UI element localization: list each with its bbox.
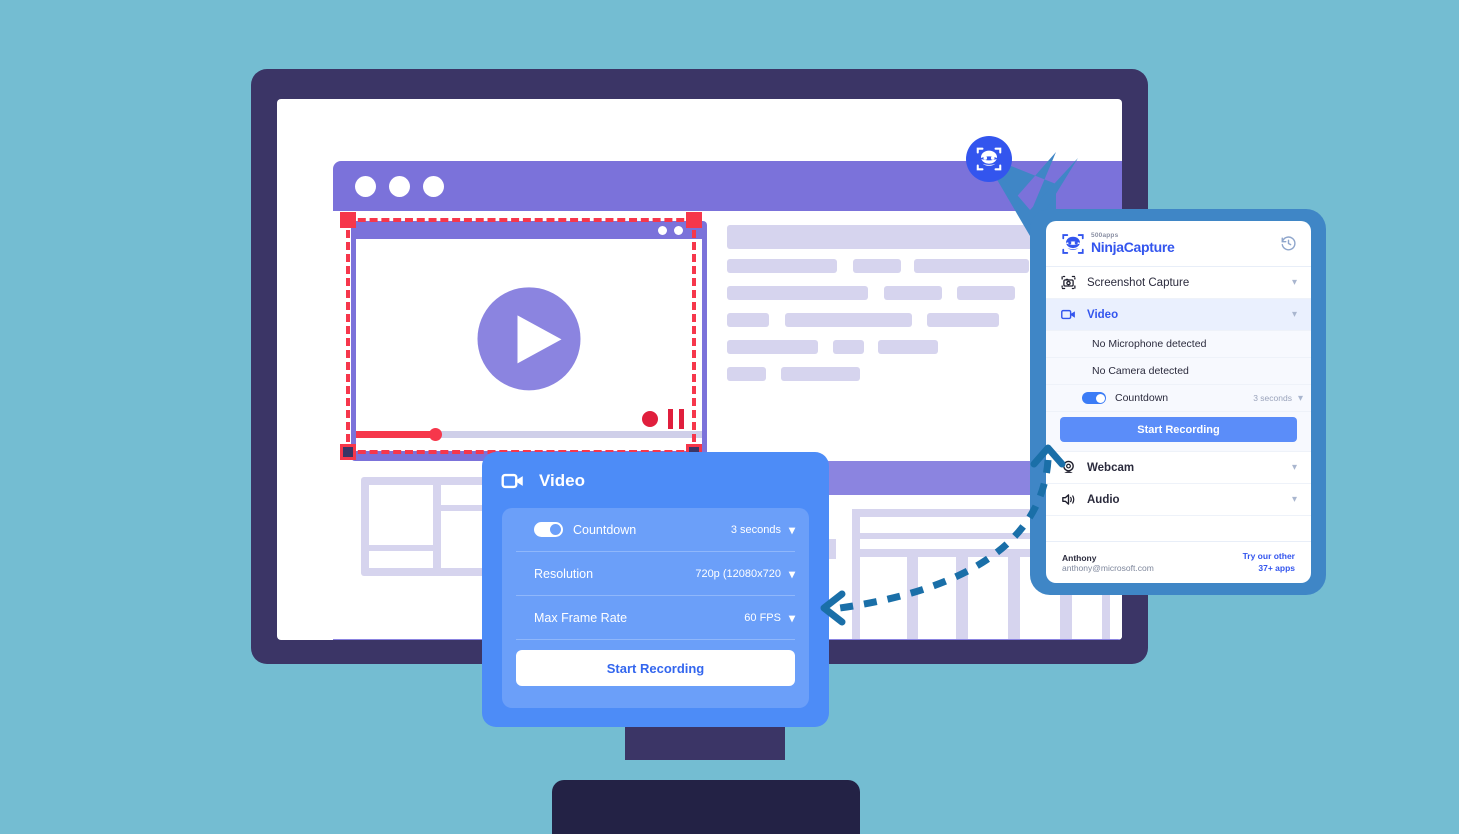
countdown-toggle[interactable] bbox=[534, 522, 563, 537]
row-value-group[interactable]: 720p (12080x720 ▾ bbox=[695, 567, 795, 581]
scrubber-progress bbox=[356, 431, 436, 438]
row-value: 60 FPS bbox=[744, 611, 781, 624]
video-camera-icon bbox=[1061, 309, 1075, 320]
illustration-stage: 500apps NinjaCapture Screenshot Capture … bbox=[0, 0, 1459, 834]
video-card-title: Video bbox=[539, 471, 585, 490]
ninja-logo-icon bbox=[976, 147, 1002, 171]
chevron-down-icon[interactable]: ▾ bbox=[1298, 393, 1303, 404]
countdown-row[interactable]: Countdown 3 seconds ▾ bbox=[1046, 385, 1311, 412]
video-row-resolution[interactable]: Resolution 720p (12080x720 ▾ bbox=[516, 552, 795, 596]
row-value-group[interactable]: 60 FPS ▾ bbox=[744, 611, 795, 625]
ninjacapture-logo: 500apps NinjaCapture bbox=[1060, 231, 1175, 257]
video-row-countdown[interactable]: Countdown 3 seconds ▾ bbox=[516, 508, 795, 552]
row-value-group[interactable]: 3 seconds ▾ bbox=[731, 523, 795, 537]
record-dot-icon[interactable] bbox=[642, 411, 658, 427]
chevron-down-icon[interactable]: ▾ bbox=[1292, 494, 1297, 505]
sidebar-item-label: Webcam bbox=[1087, 461, 1135, 474]
row-label: Max Frame Rate bbox=[534, 610, 628, 625]
ninja-logo-icon bbox=[1062, 233, 1084, 254]
countdown-label: Countdown bbox=[1115, 392, 1169, 404]
try-other-apps-link[interactable]: Try our other 37+ apps bbox=[1243, 551, 1295, 573]
skeleton-line bbox=[785, 313, 912, 327]
skeleton-line bbox=[927, 313, 999, 327]
skeleton-line bbox=[957, 286, 1015, 300]
skeleton-card-thumb bbox=[369, 485, 433, 545]
promo-line-2: 37+ apps bbox=[1258, 562, 1295, 573]
sidebar-item-screenshot-capture[interactable]: Screenshot Capture ▾ bbox=[1046, 267, 1311, 299]
video-scrubber[interactable] bbox=[356, 428, 702, 441]
player-dot-1 bbox=[658, 226, 667, 235]
start-recording-button[interactable]: Start Recording bbox=[1060, 417, 1297, 442]
scrubber-handle[interactable] bbox=[429, 428, 442, 441]
video-card-header: Video bbox=[482, 452, 829, 494]
video-settings-card: Video Countdown 3 seconds ▾ Resolution 7… bbox=[482, 452, 829, 727]
pause-icon[interactable] bbox=[668, 409, 684, 429]
skeleton-line bbox=[853, 259, 901, 273]
sidebar-item-video[interactable]: Video ▾ bbox=[1046, 299, 1311, 331]
countdown-value-group[interactable]: 3 seconds ▾ bbox=[1253, 393, 1311, 404]
skeleton-card-caption bbox=[369, 551, 433, 568]
skeleton-line bbox=[727, 286, 868, 300]
chevron-down-icon[interactable]: ▾ bbox=[789, 567, 795, 581]
skeleton-line bbox=[833, 340, 864, 354]
skeleton-line bbox=[878, 340, 938, 354]
history-clock-icon[interactable] bbox=[1280, 235, 1297, 252]
skeleton-line bbox=[781, 367, 860, 381]
sidebar-item-label: Video bbox=[1087, 308, 1119, 321]
skeleton-line bbox=[884, 286, 942, 300]
row-label: Resolution bbox=[534, 566, 594, 581]
skeleton-line bbox=[727, 313, 769, 327]
ninjacapture-panel-header: 500apps NinjaCapture bbox=[1046, 221, 1311, 267]
video-row-max-frame-rate[interactable]: Max Frame Rate 60 FPS ▾ bbox=[516, 596, 795, 640]
chevron-down-icon[interactable]: ▾ bbox=[1292, 277, 1297, 288]
video-player bbox=[351, 221, 707, 461]
window-dot-maximize[interactable] bbox=[423, 175, 444, 197]
skeleton-line bbox=[914, 259, 1029, 273]
countdown-value: 3 seconds bbox=[1253, 393, 1292, 403]
logo-name: NinjaCapture bbox=[1091, 238, 1175, 255]
monitor-base bbox=[552, 780, 860, 834]
video-camera-icon bbox=[501, 473, 523, 489]
chevron-down-icon[interactable]: ▾ bbox=[1292, 309, 1297, 320]
window-dot-minimize[interactable] bbox=[389, 175, 410, 197]
row-value: 720p (12080x720 bbox=[695, 567, 781, 580]
screenshot-camera-icon bbox=[1061, 275, 1076, 290]
player-dot-2 bbox=[674, 226, 683, 235]
sidebar-item-label: Audio bbox=[1087, 493, 1120, 506]
video-player-surface bbox=[356, 239, 702, 451]
window-dot-close[interactable] bbox=[355, 175, 376, 197]
ninjacapture-badge-button[interactable] bbox=[966, 136, 1012, 182]
video-status-camera: No Camera detected bbox=[1046, 358, 1311, 385]
skeleton-line bbox=[727, 340, 818, 354]
play-icon bbox=[517, 315, 562, 364]
video-card-body: Countdown 3 seconds ▾ Resolution 720p (1… bbox=[502, 508, 809, 708]
skeleton-card bbox=[361, 477, 493, 576]
countdown-toggle[interactable] bbox=[1082, 392, 1106, 404]
video-status-microphone: No Microphone detected bbox=[1046, 331, 1311, 358]
dashed-connector-arrow bbox=[820, 444, 1066, 626]
skeleton-line bbox=[727, 259, 837, 273]
row-label: Countdown bbox=[573, 522, 637, 537]
row-value: 3 seconds bbox=[730, 523, 781, 536]
skeleton-line bbox=[727, 367, 766, 381]
chevron-down-icon[interactable]: ▾ bbox=[1292, 462, 1297, 473]
start-recording-button[interactable]: Start Recording bbox=[516, 650, 795, 686]
chevron-down-icon[interactable]: ▾ bbox=[789, 523, 795, 537]
promo-line-1: Try our other bbox=[1242, 551, 1295, 562]
chevron-down-icon[interactable]: ▾ bbox=[789, 611, 795, 625]
sidebar-item-label: Screenshot Capture bbox=[1087, 276, 1190, 289]
play-button[interactable] bbox=[477, 287, 581, 391]
